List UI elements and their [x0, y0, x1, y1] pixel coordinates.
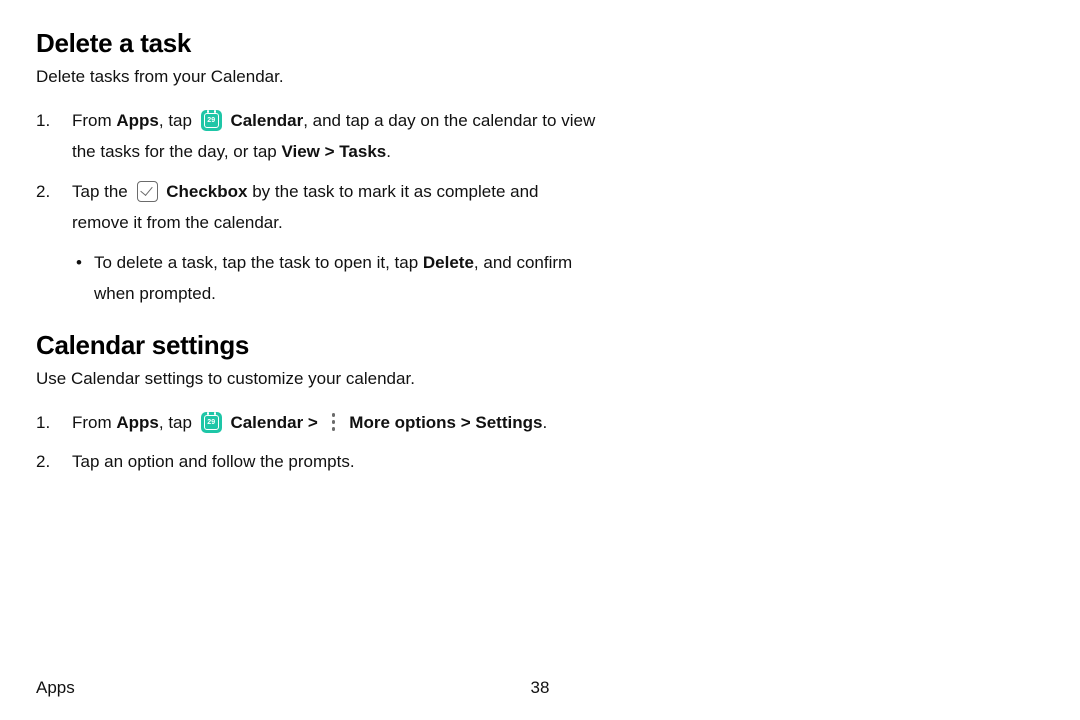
sub-bullets: To delete a task, tap the task to open i…: [72, 247, 596, 310]
breadcrumb-sep: >: [303, 413, 322, 432]
delete-label: Delete: [423, 253, 474, 272]
breadcrumb-sep: >: [456, 413, 475, 432]
checkbox-label: Checkbox: [166, 182, 247, 201]
settings-label: Settings: [475, 413, 542, 432]
calendar-icon: [201, 110, 222, 131]
apps-label: Apps: [116, 413, 159, 432]
view-label: View: [281, 142, 319, 161]
heading-delete-task: Delete a task: [36, 28, 1044, 59]
text: Tap the: [72, 182, 133, 201]
text: .: [542, 413, 547, 432]
checkbox-icon: [137, 181, 158, 202]
footer-page-number: 38: [531, 678, 550, 698]
step-number: 1.: [36, 407, 50, 438]
step-number: 2.: [36, 176, 50, 207]
more-options-icon: [327, 412, 341, 432]
footer-category: Apps: [36, 678, 75, 698]
calendar-label: Calendar: [230, 413, 303, 432]
text: , tap: [159, 413, 197, 432]
text: .: [386, 142, 391, 161]
text: To delete a task, tap the task to open i…: [94, 253, 423, 272]
intro-delete-task: Delete tasks from your Calendar.: [36, 67, 1044, 87]
steps-delete-task: 1. From Apps, tap Calendar, and tap a da…: [36, 105, 596, 310]
page: Delete a task Delete tasks from your Cal…: [0, 0, 1080, 720]
step-1: 1. From Apps, tap Calendar > More option…: [36, 407, 596, 438]
intro-calendar-settings: Use Calendar settings to customize your …: [36, 369, 1044, 389]
more-options-label: More options: [349, 413, 456, 432]
text: , tap: [159, 111, 197, 130]
calendar-icon: [201, 412, 222, 433]
text: Tap an option and follow the prompts.: [72, 452, 355, 471]
step-number: 1.: [36, 105, 50, 136]
step-1: 1. From Apps, tap Calendar, and tap a da…: [36, 105, 596, 168]
step-number: 2.: [36, 446, 50, 477]
heading-calendar-settings: Calendar settings: [36, 330, 1044, 361]
steps-calendar-settings: 1. From Apps, tap Calendar > More option…: [36, 407, 596, 478]
apps-label: Apps: [116, 111, 159, 130]
text: From: [72, 413, 116, 432]
page-footer: Apps 38: [36, 678, 1044, 698]
step-2: 2. Tap an option and follow the prompts.: [36, 446, 596, 477]
step-2: 2. Tap the Checkbox by the task to mark …: [36, 176, 596, 310]
bullet-item: To delete a task, tap the task to open i…: [72, 247, 596, 310]
section-calendar-settings: Calendar settings Use Calendar settings …: [36, 330, 1044, 478]
tasks-label: Tasks: [339, 142, 386, 161]
breadcrumb-sep: >: [320, 142, 339, 161]
calendar-label: Calendar: [230, 111, 303, 130]
text: From: [72, 111, 116, 130]
